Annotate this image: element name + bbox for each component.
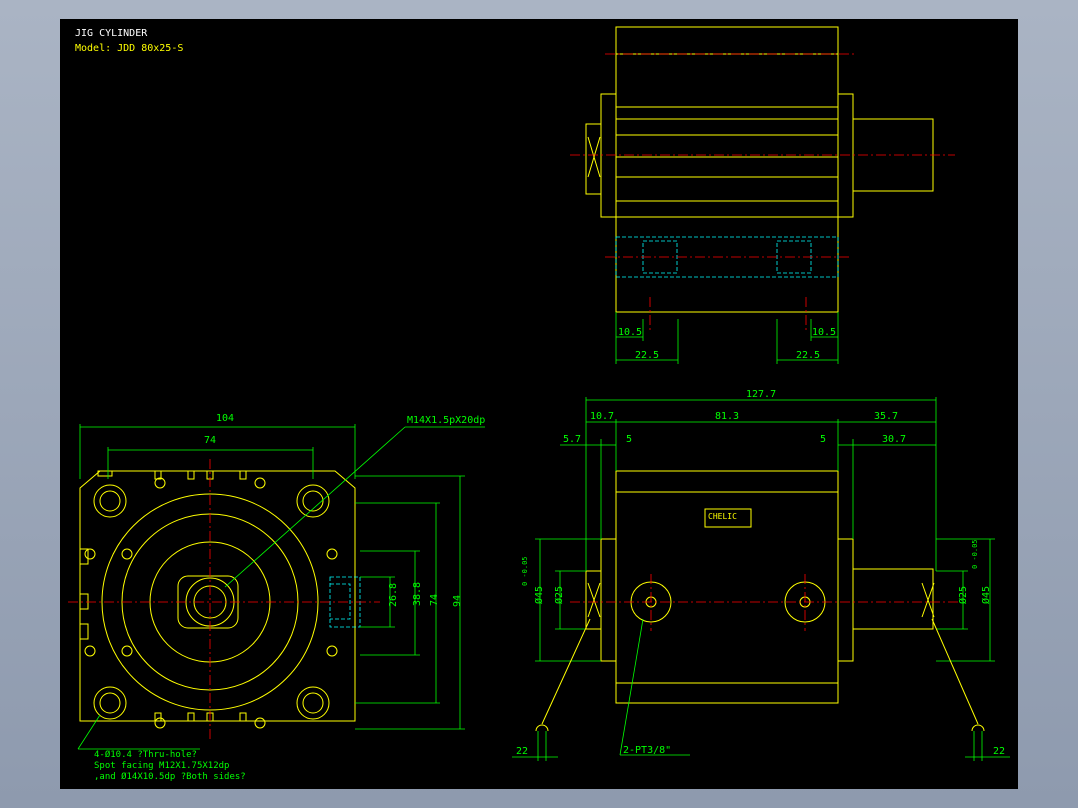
dia-25-left: Ø25 (553, 586, 565, 604)
dim-5-right: 5 (820, 434, 826, 445)
dim-35-7: 35.7 (874, 411, 898, 422)
dim-22-left: 22 (516, 746, 528, 757)
dim-81-3: 81.3 (715, 411, 739, 422)
dim-22-5-right: 22.5 (796, 350, 820, 361)
hole-note-2: Spot facing M12X1.75X12dp (94, 761, 229, 771)
top-view: 10.5 10.5 22.5 22.5 (570, 26, 955, 364)
dim-10-5-left: 10.5 (618, 327, 642, 338)
right-end-cap (837, 93, 854, 218)
drawing-title: JIG CYLINDER (75, 28, 148, 39)
dia-25-right: Ø25 (957, 586, 969, 604)
dia-45-left: Ø45 (533, 586, 545, 604)
hole-note-1: 4-Ø10.4 ?Thru-hole? (94, 749, 197, 760)
top-body-outline (615, 26, 839, 218)
dim-74-vertical: 74 (429, 594, 440, 606)
dim-30-7: 30.7 (882, 434, 906, 445)
cad-drawing: JIG CYLINDER Model: JDD 80x25-S 10.5 10.… (68, 26, 1010, 782)
thread-callout: M14X1.5pX20dp (407, 415, 485, 426)
dim-22-right: 22 (993, 746, 1005, 757)
tol-left: 0 -0.05 (521, 556, 529, 586)
dim-10-5-right: 10.5 (812, 327, 836, 338)
dim-104: 104 (216, 413, 234, 424)
port-callout: 2-PT3/8" (623, 745, 671, 756)
lower-body-outline (615, 216, 839, 313)
tol-right: 0 -0.05 (971, 539, 979, 569)
dim-22-5-left: 22.5 (635, 350, 659, 361)
dim-5-7: 5.7 (563, 434, 581, 445)
side-view: CHELIC 127.7 10.7 81.3 35.7 5.7 5 5 30.7… (512, 389, 1010, 761)
dim-26-8: 26.8 (388, 583, 399, 607)
dim-38-8: 38.8 (412, 582, 423, 606)
dia-45-right: Ø45 (980, 586, 992, 604)
hole-note-3: ,and Ø14X10.5dp ?Both sides? (94, 771, 246, 782)
dim-94: 94 (452, 595, 463, 607)
front-view: 104 74 94 74 38.8 26.8 M14X1.5pX20dp 4-Ø… (68, 413, 485, 782)
left-end-cap (600, 93, 617, 218)
model-label: Model: JDD 80x25-S (75, 43, 183, 54)
dim-74-horizontal: 74 (204, 435, 216, 446)
brand-label: CHELIC (708, 512, 737, 521)
dim-127-7: 127.7 (746, 389, 776, 400)
drawing-canvas: JIG CYLINDER Model: JDD 80x25-S 10.5 10.… (60, 19, 1018, 789)
dim-10-7: 10.7 (590, 411, 614, 422)
dim-5-left: 5 (626, 434, 632, 445)
